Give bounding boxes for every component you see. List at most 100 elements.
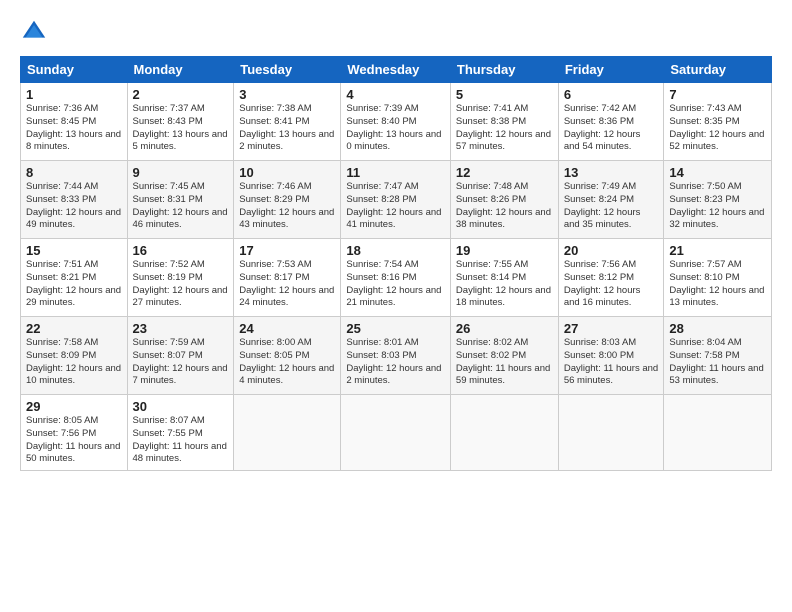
table-cell: 5Sunrise: 7:41 AMSunset: 8:38 PMDaylight… — [450, 83, 558, 161]
day-number: 18 — [346, 243, 445, 258]
day-info: Sunrise: 7:49 AMSunset: 8:24 PMDaylight:… — [564, 181, 659, 232]
table-cell: 14Sunrise: 7:50 AMSunset: 8:23 PMDayligh… — [664, 161, 772, 239]
day-number: 25 — [346, 321, 445, 336]
day-info: Sunrise: 7:46 AMSunset: 8:29 PMDaylight:… — [239, 181, 335, 232]
day-info: Sunrise: 7:47 AMSunset: 8:28 PMDaylight:… — [346, 181, 445, 232]
day-info: Sunrise: 7:38 AMSunset: 8:41 PMDaylight:… — [239, 103, 335, 154]
day-info: Sunrise: 7:37 AMSunset: 8:43 PMDaylight:… — [133, 103, 229, 154]
day-number: 5 — [456, 87, 553, 102]
day-number: 3 — [239, 87, 335, 102]
table-cell — [234, 395, 341, 471]
day-info: Sunrise: 7:54 AMSunset: 8:16 PMDaylight:… — [346, 259, 445, 310]
table-cell: 25Sunrise: 8:01 AMSunset: 8:03 PMDayligh… — [341, 317, 451, 395]
day-number: 13 — [564, 165, 659, 180]
table-cell: 8Sunrise: 7:44 AMSunset: 8:33 PMDaylight… — [21, 161, 128, 239]
day-info: Sunrise: 7:43 AMSunset: 8:35 PMDaylight:… — [669, 103, 766, 154]
table-cell: 4Sunrise: 7:39 AMSunset: 8:40 PMDaylight… — [341, 83, 451, 161]
table-cell: 16Sunrise: 7:52 AMSunset: 8:19 PMDayligh… — [127, 239, 234, 317]
day-info: Sunrise: 8:01 AMSunset: 8:03 PMDaylight:… — [346, 337, 445, 388]
table-row: 29Sunrise: 8:05 AMSunset: 7:56 PMDayligh… — [21, 395, 772, 471]
table-cell: 26Sunrise: 8:02 AMSunset: 8:02 PMDayligh… — [450, 317, 558, 395]
day-number: 7 — [669, 87, 766, 102]
col-thursday: Thursday — [450, 57, 558, 83]
table-cell: 12Sunrise: 7:48 AMSunset: 8:26 PMDayligh… — [450, 161, 558, 239]
day-number: 4 — [346, 87, 445, 102]
col-wednesday: Wednesday — [341, 57, 451, 83]
day-info: Sunrise: 7:57 AMSunset: 8:10 PMDaylight:… — [669, 259, 766, 310]
table-cell: 28Sunrise: 8:04 AMSunset: 7:58 PMDayligh… — [664, 317, 772, 395]
day-number: 26 — [456, 321, 553, 336]
table-cell: 15Sunrise: 7:51 AMSunset: 8:21 PMDayligh… — [21, 239, 128, 317]
day-number: 15 — [26, 243, 122, 258]
table-cell: 3Sunrise: 7:38 AMSunset: 8:41 PMDaylight… — [234, 83, 341, 161]
day-number: 16 — [133, 243, 229, 258]
col-sunday: Sunday — [21, 57, 128, 83]
day-number: 1 — [26, 87, 122, 102]
day-info: Sunrise: 8:02 AMSunset: 8:02 PMDaylight:… — [456, 337, 553, 388]
day-info: Sunrise: 7:45 AMSunset: 8:31 PMDaylight:… — [133, 181, 229, 232]
table-cell: 22Sunrise: 7:58 AMSunset: 8:09 PMDayligh… — [21, 317, 128, 395]
day-number: 20 — [564, 243, 659, 258]
table-row: 8Sunrise: 7:44 AMSunset: 8:33 PMDaylight… — [21, 161, 772, 239]
header-row: Sunday Monday Tuesday Wednesday Thursday… — [21, 57, 772, 83]
table-cell: 9Sunrise: 7:45 AMSunset: 8:31 PMDaylight… — [127, 161, 234, 239]
day-info: Sunrise: 8:07 AMSunset: 7:55 PMDaylight:… — [133, 415, 229, 466]
day-info: Sunrise: 8:05 AMSunset: 7:56 PMDaylight:… — [26, 415, 122, 466]
day-number: 2 — [133, 87, 229, 102]
table-cell: 18Sunrise: 7:54 AMSunset: 8:16 PMDayligh… — [341, 239, 451, 317]
table-cell: 10Sunrise: 7:46 AMSunset: 8:29 PMDayligh… — [234, 161, 341, 239]
table-row: 15Sunrise: 7:51 AMSunset: 8:21 PMDayligh… — [21, 239, 772, 317]
day-number: 28 — [669, 321, 766, 336]
table-cell — [558, 395, 664, 471]
col-tuesday: Tuesday — [234, 57, 341, 83]
day-number: 19 — [456, 243, 553, 258]
day-info: Sunrise: 8:03 AMSunset: 8:00 PMDaylight:… — [564, 337, 659, 388]
table-cell: 24Sunrise: 8:00 AMSunset: 8:05 PMDayligh… — [234, 317, 341, 395]
day-number: 23 — [133, 321, 229, 336]
table-cell: 30Sunrise: 8:07 AMSunset: 7:55 PMDayligh… — [127, 395, 234, 471]
table-cell: 21Sunrise: 7:57 AMSunset: 8:10 PMDayligh… — [664, 239, 772, 317]
table-cell — [450, 395, 558, 471]
day-info: Sunrise: 7:53 AMSunset: 8:17 PMDaylight:… — [239, 259, 335, 310]
table-cell: 11Sunrise: 7:47 AMSunset: 8:28 PMDayligh… — [341, 161, 451, 239]
day-number: 21 — [669, 243, 766, 258]
day-number: 11 — [346, 165, 445, 180]
page: Sunday Monday Tuesday Wednesday Thursday… — [0, 0, 792, 481]
table-cell: 23Sunrise: 7:59 AMSunset: 8:07 PMDayligh… — [127, 317, 234, 395]
col-friday: Friday — [558, 57, 664, 83]
day-number: 9 — [133, 165, 229, 180]
day-info: Sunrise: 8:00 AMSunset: 8:05 PMDaylight:… — [239, 337, 335, 388]
day-number: 22 — [26, 321, 122, 336]
table-cell: 17Sunrise: 7:53 AMSunset: 8:17 PMDayligh… — [234, 239, 341, 317]
header — [20, 18, 772, 46]
day-info: Sunrise: 7:36 AMSunset: 8:45 PMDaylight:… — [26, 103, 122, 154]
day-info: Sunrise: 7:48 AMSunset: 8:26 PMDaylight:… — [456, 181, 553, 232]
col-saturday: Saturday — [664, 57, 772, 83]
table-cell: 19Sunrise: 7:55 AMSunset: 8:14 PMDayligh… — [450, 239, 558, 317]
day-number: 8 — [26, 165, 122, 180]
table-row: 22Sunrise: 7:58 AMSunset: 8:09 PMDayligh… — [21, 317, 772, 395]
logo-icon — [20, 18, 48, 46]
calendar-table: Sunday Monday Tuesday Wednesday Thursday… — [20, 56, 772, 471]
table-cell: 29Sunrise: 8:05 AMSunset: 7:56 PMDayligh… — [21, 395, 128, 471]
day-info: Sunrise: 7:39 AMSunset: 8:40 PMDaylight:… — [346, 103, 445, 154]
day-info: Sunrise: 7:56 AMSunset: 8:12 PMDaylight:… — [564, 259, 659, 310]
day-number: 14 — [669, 165, 766, 180]
day-number: 10 — [239, 165, 335, 180]
day-info: Sunrise: 7:42 AMSunset: 8:36 PMDaylight:… — [564, 103, 659, 154]
table-cell: 27Sunrise: 8:03 AMSunset: 8:00 PMDayligh… — [558, 317, 664, 395]
table-cell: 13Sunrise: 7:49 AMSunset: 8:24 PMDayligh… — [558, 161, 664, 239]
day-info: Sunrise: 8:04 AMSunset: 7:58 PMDaylight:… — [669, 337, 766, 388]
day-info: Sunrise: 7:55 AMSunset: 8:14 PMDaylight:… — [456, 259, 553, 310]
day-info: Sunrise: 7:58 AMSunset: 8:09 PMDaylight:… — [26, 337, 122, 388]
day-number: 6 — [564, 87, 659, 102]
day-number: 30 — [133, 399, 229, 414]
calendar-body: 1Sunrise: 7:36 AMSunset: 8:45 PMDaylight… — [21, 83, 772, 471]
day-info: Sunrise: 7:52 AMSunset: 8:19 PMDaylight:… — [133, 259, 229, 310]
table-row: 1Sunrise: 7:36 AMSunset: 8:45 PMDaylight… — [21, 83, 772, 161]
table-cell — [664, 395, 772, 471]
day-info: Sunrise: 7:41 AMSunset: 8:38 PMDaylight:… — [456, 103, 553, 154]
table-cell: 7Sunrise: 7:43 AMSunset: 8:35 PMDaylight… — [664, 83, 772, 161]
day-number: 12 — [456, 165, 553, 180]
day-info: Sunrise: 7:59 AMSunset: 8:07 PMDaylight:… — [133, 337, 229, 388]
